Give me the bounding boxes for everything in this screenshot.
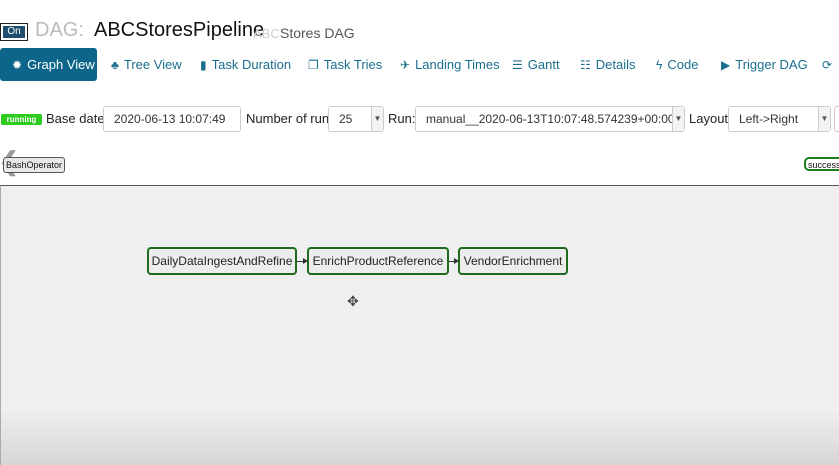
- chevron-down-icon: ▼: [672, 107, 684, 131]
- tab-tree-view[interactable]: ♣ Tree View: [111, 48, 182, 82]
- play-circle-icon: ▶: [721, 58, 731, 72]
- plane-icon: ✈: [400, 58, 411, 72]
- task-node[interactable]: VendorEnrichment: [458, 247, 568, 275]
- dag-description: Stores DAG: [280, 25, 355, 41]
- graph-edge: [297, 258, 308, 264]
- tab-task-duration[interactable]: ▮ Task Duration: [200, 48, 291, 82]
- run-select[interactable]: manual__2020-06-13T10:07:48.574239+00:00…: [415, 106, 685, 132]
- refresh-icon: ⟳: [822, 58, 833, 72]
- tree-icon: ♣: [111, 58, 119, 72]
- legend-bash-operator: BashOperator: [3, 157, 66, 173]
- list-icon: ☷: [580, 58, 591, 72]
- move-cursor-icon: ✥: [347, 293, 359, 309]
- bar-chart-icon: ▮: [200, 58, 207, 72]
- task-node[interactable]: EnrichProductReference: [307, 247, 449, 275]
- tab-code[interactable]: ϟ Code: [656, 48, 698, 82]
- bolt-icon: ϟ: [656, 58, 663, 72]
- refresh-button[interactable]: ⟳: [822, 48, 837, 82]
- duplicate-icon: ❐: [308, 58, 319, 72]
- gear-icon: ✹: [12, 58, 23, 72]
- legend-state-success: success: [804, 157, 839, 171]
- base-date-input[interactable]: 2020-06-13 10:07:49: [103, 106, 241, 132]
- run-value: manual__2020-06-13T10:07:48.574239+00:00: [426, 112, 675, 126]
- tab-details[interactable]: ☷ Details: [580, 48, 636, 82]
- chevron-down-icon: ▼: [818, 107, 830, 131]
- run-label: Run:: [388, 111, 416, 126]
- base-date-label: Base date:: [46, 111, 109, 126]
- number-of-runs-label: Number of runs:: [246, 111, 340, 126]
- tab-graph-view[interactable]: ✹ Graph View: [0, 48, 97, 81]
- dag-graph-canvas[interactable]: DailyDataIngestAndRefine EnrichProductRe…: [0, 185, 839, 465]
- toggle-on-label: On: [3, 26, 25, 38]
- dag-id-title: ABCStoresPipeline: [94, 19, 265, 41]
- dag-run-state-badge: running: [1, 114, 42, 125]
- dag-description-prefix: ABC: [253, 26, 280, 41]
- tab-landing-times[interactable]: ✈ Landing Times: [400, 48, 500, 82]
- chevron-down-icon: ▼: [371, 107, 383, 131]
- number-of-runs-select[interactable]: 25 ▼: [328, 106, 384, 132]
- graph-edge: [449, 258, 459, 264]
- dag-on-off-toggle[interactable]: On: [0, 23, 28, 41]
- layout-label: Layout:: [689, 111, 732, 126]
- tab-gantt[interactable]: ☰ Gantt: [512, 48, 560, 82]
- filter-input-edge[interactable]: [834, 106, 839, 132]
- layout-value: Left->Right: [739, 112, 799, 126]
- gantt-icon: ☰: [512, 58, 523, 72]
- tab-task-tries[interactable]: ❐ Task Tries: [308, 48, 382, 82]
- layout-select[interactable]: Left->Right ▼: [728, 106, 831, 132]
- number-of-runs-value: 25: [339, 112, 353, 126]
- tab-trigger-dag[interactable]: ▶ Trigger DAG: [721, 48, 808, 82]
- task-node[interactable]: DailyDataIngestAndRefine: [147, 247, 297, 275]
- dag-label: DAG:: [35, 19, 84, 41]
